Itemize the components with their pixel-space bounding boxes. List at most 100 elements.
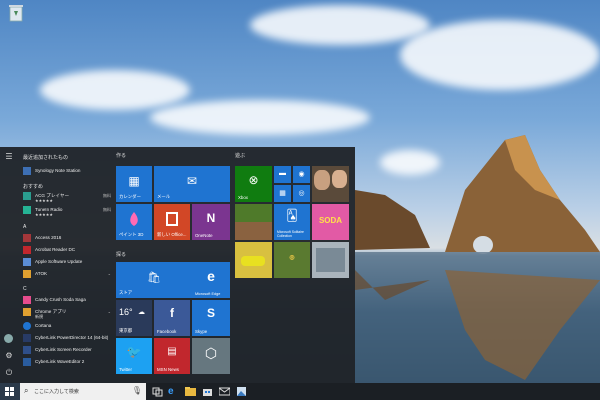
- app-item-candy[interactable]: Candy Crush Soda Saga: [23, 296, 111, 305]
- tile-msn-news[interactable]: ▤ MSN News: [154, 338, 190, 374]
- folder-icon: [23, 308, 31, 316]
- app-item-cortana[interactable]: Cortana: [23, 322, 111, 331]
- acrobat-icon: [23, 246, 31, 254]
- music-icon: ◉: [298, 171, 305, 178]
- cloud-icon: ☁: [138, 309, 145, 316]
- app-item-acrobat[interactable]: Acrobat Reader DC: [23, 246, 111, 255]
- tile-skype[interactable]: S Skype: [192, 300, 230, 336]
- app-label: Cortana: [35, 323, 52, 328]
- tile-label: Twitter: [119, 367, 132, 372]
- start-rail: ☰ ⚙ ⏻: [0, 147, 18, 383]
- tile-twitter[interactable]: 🐦 Twitter: [116, 338, 152, 374]
- app-item-access[interactable]: Access 2016: [23, 234, 111, 243]
- tile-movies[interactable]: ▬: [274, 166, 291, 183]
- tile-hidden-city[interactable]: [312, 242, 349, 278]
- tile-asphalt[interactable]: [235, 242, 272, 278]
- tile-xbox[interactable]: ⊗ Xbox: [235, 166, 272, 202]
- twitter-bird-icon: 🐦: [126, 345, 142, 359]
- file-explorer-icon[interactable]: [185, 386, 196, 397]
- mail-taskbar-icon[interactable]: [218, 386, 231, 397]
- suggested-header: おすすめ: [23, 184, 44, 190]
- tunein-icon: [23, 206, 31, 214]
- cloud: [400, 20, 600, 90]
- app-label: Acrobat Reader DC: [35, 247, 76, 252]
- app-item-screen-recorder[interactable]: CyberLink Screen Recorder: [23, 346, 111, 355]
- tile-label: OneNote: [195, 233, 213, 238]
- group-label-explore[interactable]: 探る: [116, 251, 126, 258]
- tile-hex-app[interactable]: ⬡: [192, 338, 230, 374]
- user-avatar-icon[interactable]: [4, 334, 13, 343]
- search-icon: ⌕: [24, 386, 29, 395]
- tile-facebook[interactable]: f Facebook: [154, 300, 190, 336]
- settings-gear-icon[interactable]: ⚙: [4, 351, 14, 361]
- start-button[interactable]: [0, 383, 20, 400]
- tile-camera[interactable]: ◎: [293, 185, 310, 202]
- mail-icon: ✉: [186, 174, 198, 188]
- power-icon[interactable]: ⏻: [4, 368, 14, 378]
- task-view-icon[interactable]: [152, 386, 163, 397]
- tile-edge[interactable]: e Microsoft Edge: [192, 262, 230, 298]
- powerdirector-icon: [23, 334, 31, 342]
- letter-c-header[interactable]: C: [23, 286, 27, 292]
- photos-taskbar-icon[interactable]: [236, 386, 247, 397]
- app-list: 最近追加されたもの Synology Note Station おすすめ ACG…: [20, 150, 112, 382]
- skype-icon: S: [206, 306, 215, 320]
- tile-mail[interactable]: ✉ メール: [154, 166, 230, 202]
- tile-candy-crush[interactable]: SODA: [312, 204, 349, 240]
- tile-label: Facebook: [157, 329, 177, 334]
- access-icon: [23, 234, 31, 242]
- tile-paint3d[interactable]: ペイント 3D: [116, 204, 152, 240]
- cloud: [150, 100, 370, 135]
- tile-calendar[interactable]: ▦ カレンダー: [116, 166, 152, 202]
- chevron-down-icon: ⌄: [107, 309, 111, 314]
- app-item-synology[interactable]: Synology Note Station: [23, 167, 111, 176]
- app-item-tunein[interactable]: TuneIn Radio ★★★★★ 無料: [23, 206, 111, 217]
- app-item-waveeditor[interactable]: CyberLink WaveEditor 2: [23, 358, 111, 367]
- search-box[interactable]: ⌕ ここに入力して検索 🎙: [20, 383, 146, 400]
- windows-logo-icon: [5, 387, 14, 396]
- app-item-chrome-apps[interactable]: Chrome アプリ 新規 ⌄: [23, 308, 111, 319]
- tile-onenote[interactable]: N OneNote: [192, 204, 230, 240]
- app-item-apple-update[interactable]: Apple Software Update: [23, 258, 111, 267]
- letter-a-header[interactable]: A: [23, 224, 26, 230]
- news-icon: ▤: [167, 346, 177, 357]
- screen-recorder-icon: [23, 346, 31, 354]
- group-label-create[interactable]: 作る: [116, 152, 126, 159]
- film-icon: ▬: [279, 170, 286, 177]
- calendar-icon: ▦: [128, 174, 140, 188]
- app-label: CyberLink PowerDirector 14 (64-bit): [35, 335, 109, 340]
- group-label-play[interactable]: 遊ぶ: [235, 152, 245, 159]
- rock-arch-illustration: [355, 135, 600, 385]
- tile-store[interactable]: 🛍 ストア: [116, 262, 192, 298]
- price-tag: 無料: [103, 193, 111, 198]
- tile-office[interactable]: 新しい Office...: [154, 204, 190, 240]
- tile-label: ペイント 3D: [119, 232, 144, 237]
- tile-solitaire[interactable]: 🂡 Microsoft Solitaire Collection: [274, 204, 310, 240]
- tile-groove[interactable]: ◉: [293, 166, 310, 183]
- minecraft-grass: [235, 204, 272, 222]
- store-taskbar-icon[interactable]: [202, 386, 213, 397]
- candy-crush-icon: [23, 296, 31, 304]
- price-tag: 無料: [103, 207, 111, 212]
- app-label: Synology Note Station: [35, 168, 81, 173]
- tile-photos[interactable]: [312, 166, 349, 202]
- app-item-atok[interactable]: ATOK ⌄: [23, 270, 111, 279]
- app-item-powerdirector[interactable]: CyberLink PowerDirector 14 (64-bit): [23, 334, 111, 343]
- app-label: CyberLink Screen Recorder: [35, 347, 92, 352]
- tile-fallout[interactable]: ◎: [274, 242, 310, 278]
- tile-calculator[interactable]: ▦: [274, 185, 291, 202]
- app-item-acg[interactable]: ACG プレイヤー ★★★★★ 無料: [23, 192, 111, 203]
- tile-weather[interactable]: 16° ☁ 東京都: [116, 300, 152, 336]
- edge-taskbar-icon[interactable]: e: [168, 386, 179, 397]
- tile-label: Xbox: [238, 195, 249, 200]
- game-thumbnail: [316, 248, 345, 272]
- app-label: Apple Software Update: [35, 259, 83, 264]
- tile-minecraft[interactable]: [235, 204, 272, 240]
- edge-icon: e: [207, 268, 215, 284]
- recycle-bin-icon[interactable]: [6, 2, 26, 24]
- onenote-icon: N: [206, 211, 216, 225]
- microphone-icon[interactable]: 🎙: [132, 386, 142, 395]
- app-label: ATOK: [35, 271, 48, 276]
- hamburger-menu-icon[interactable]: ☰: [4, 152, 14, 162]
- race-car-image: [241, 256, 265, 266]
